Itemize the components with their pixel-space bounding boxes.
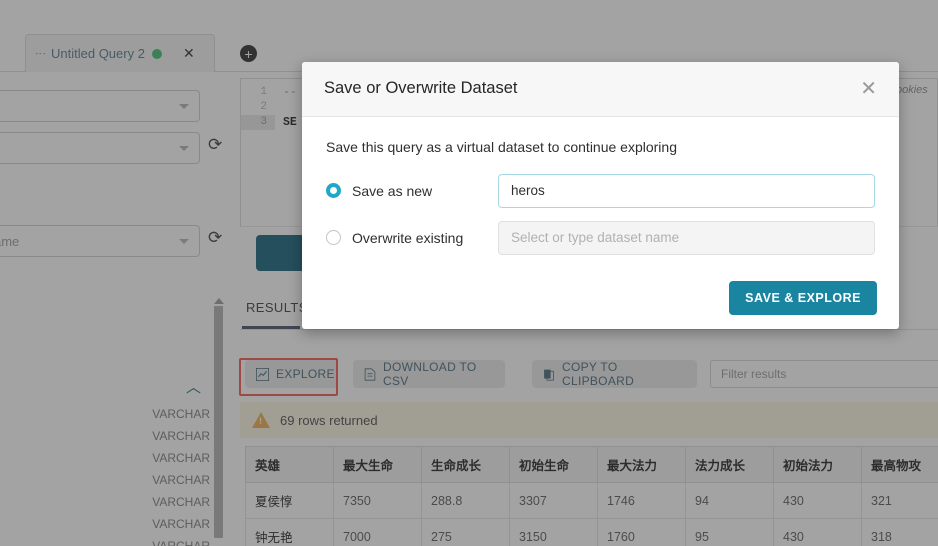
modal-footer: SAVE & EXPLORE bbox=[302, 268, 899, 329]
modal-title: Save or Overwrite Dataset bbox=[324, 79, 518, 98]
radio-save-as-new[interactable] bbox=[326, 183, 341, 199]
overwrite-existing-label: Overwrite existing bbox=[352, 229, 464, 246]
save-and-explore-button[interactable]: SAVE & EXPLORE bbox=[729, 281, 877, 316]
close-icon[interactable]: ✕ bbox=[860, 79, 877, 99]
app-root: ⋮ Untitled Query 2 ✕ + nor ⟳ NOR le name bbox=[0, 0, 938, 546]
dataset-name-input[interactable]: heros bbox=[498, 173, 875, 208]
modal-body: Save this query as a virtual dataset to … bbox=[302, 117, 899, 268]
modal-header: Save or Overwrite Dataset ✕ bbox=[302, 62, 899, 117]
radio-overwrite-existing[interactable] bbox=[326, 230, 341, 246]
existing-dataset-placeholder: Select or type dataset name bbox=[511, 230, 680, 246]
save-as-new-row: Save as new heros bbox=[326, 173, 875, 208]
existing-dataset-select[interactable]: Select or type dataset name bbox=[498, 220, 875, 255]
modal-subtitle: Save this query as a virtual dataset to … bbox=[326, 138, 677, 155]
save-as-new-label: Save as new bbox=[352, 182, 433, 199]
overwrite-existing-row: Overwrite existing Select or type datase… bbox=[326, 220, 875, 255]
save-dataset-modal: Save or Overwrite Dataset ✕ Save this qu… bbox=[302, 62, 899, 329]
dataset-name-value: heros bbox=[511, 183, 545, 199]
